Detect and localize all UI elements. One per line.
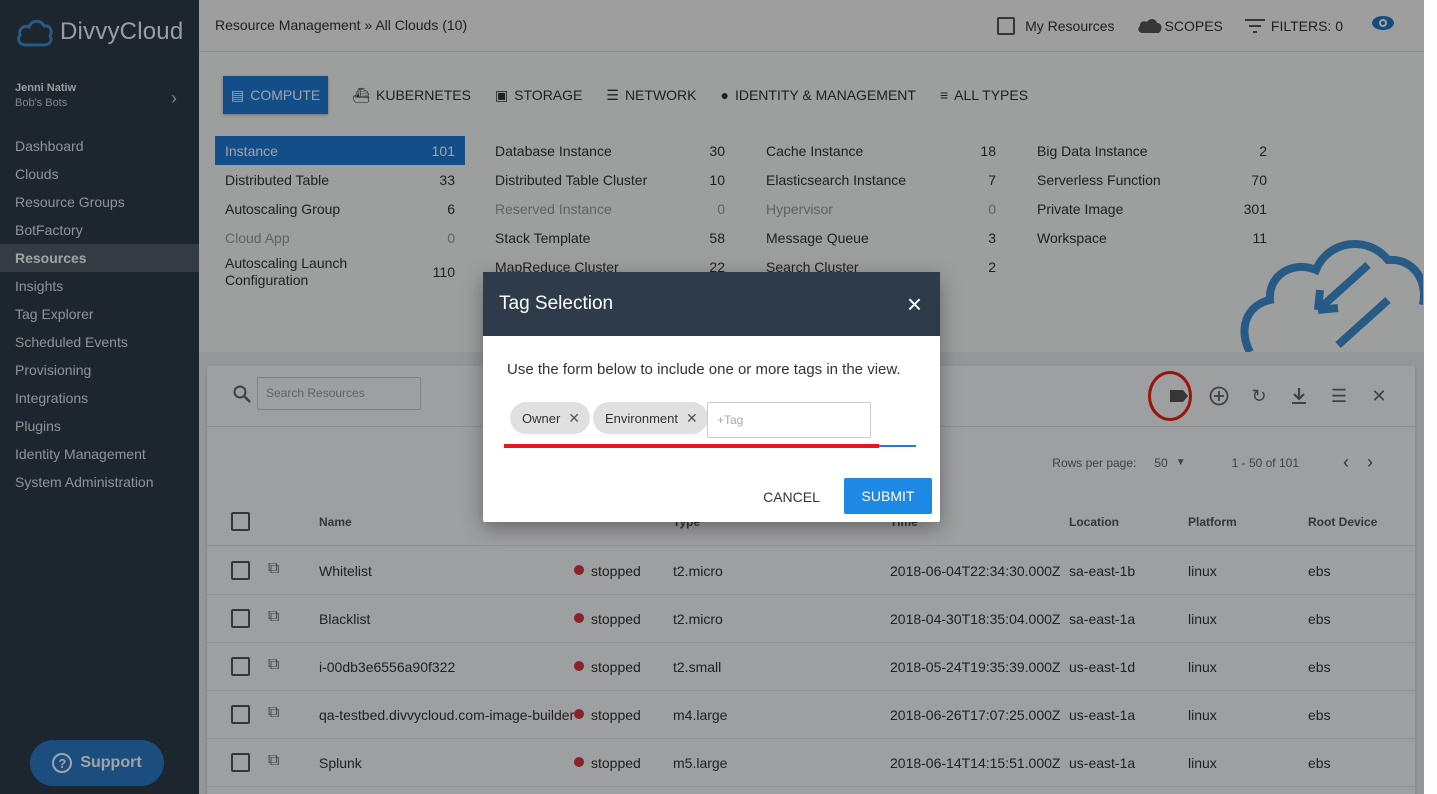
remove-tag-icon[interactable]: ✕ (568, 410, 580, 427)
tag-chip-owner: Owner ✕ (510, 402, 591, 434)
window-edge (1424, 0, 1437, 794)
submit-button[interactable]: SUBMIT (844, 478, 932, 514)
tag-selection-dialog: Tag Selection × Use the form below to in… (483, 272, 940, 522)
cancel-button[interactable]: CANCEL (754, 479, 829, 515)
remove-tag-icon[interactable]: ✕ (686, 410, 698, 427)
tag-chip-label: Environment (605, 410, 678, 426)
tag-input[interactable]: +Tag (707, 402, 871, 438)
close-icon[interactable]: × (907, 272, 922, 336)
tag-chip-environment: Environment ✕ (593, 402, 708, 434)
dialog-header: Tag Selection × (483, 272, 940, 336)
annotation-underline (504, 444, 879, 448)
tag-chip-label: Owner (522, 410, 561, 426)
dialog-title: Tag Selection (499, 293, 614, 314)
dialog-description: Use the form below to include one or mor… (507, 361, 901, 378)
